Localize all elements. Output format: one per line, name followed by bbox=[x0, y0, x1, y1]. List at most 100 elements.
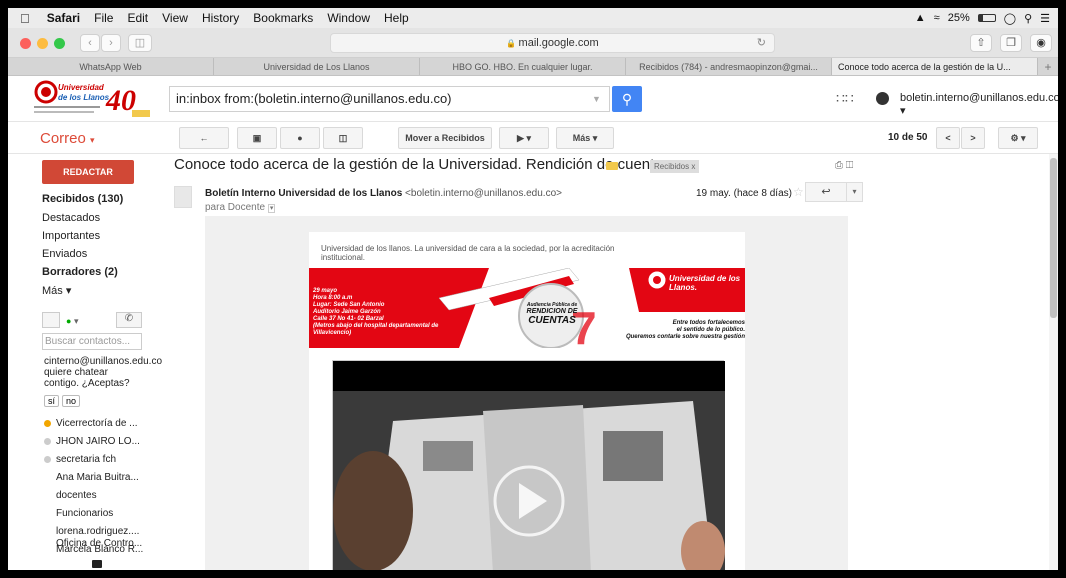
sidebar-toggle-button[interactable]: ◫ bbox=[128, 34, 152, 52]
chat-invite-text: cinterno@unillanos.edu.co quiere chatear… bbox=[44, 356, 163, 389]
contact-item[interactable]: Funcionarios bbox=[56, 508, 113, 519]
move-to-inbox-button[interactable]: Mover a Recibidos bbox=[398, 127, 492, 149]
report-spam-button[interactable]: ● bbox=[280, 127, 320, 149]
apple-icon[interactable]:  bbox=[8, 11, 40, 26]
menu-file[interactable]: File bbox=[87, 11, 120, 25]
sidebar-item-starred[interactable]: Destacados bbox=[42, 212, 100, 224]
video-player[interactable] bbox=[332, 360, 725, 570]
menu-bookmarks[interactable]: Bookmarks bbox=[246, 11, 320, 25]
sidebar-item-important[interactable]: Importantes bbox=[42, 230, 100, 242]
reply-icon: ↩ bbox=[821, 186, 831, 198]
account-avatar[interactable] bbox=[876, 92, 889, 105]
more-options-button[interactable]: ▾ bbox=[846, 182, 863, 202]
mail-menu[interactable]: Correo ▾ bbox=[40, 130, 95, 147]
menu-window[interactable]: Window bbox=[320, 11, 377, 25]
settings-button[interactable]: ⚙ ▾ bbox=[998, 127, 1038, 149]
apps-grid-icon[interactable]: ∷∷ bbox=[836, 90, 854, 107]
tab-whatsapp[interactable]: WhatsApp Web bbox=[8, 58, 214, 75]
offline-icon bbox=[44, 437, 51, 445]
back-to-inbox-button[interactable]: ← bbox=[179, 127, 229, 149]
label-chip[interactable]: Recibidos x bbox=[650, 160, 700, 173]
prev-email-button[interactable]: < bbox=[936, 127, 960, 149]
search-input[interactable]: in:inbox from:(boletin.interno@unillanos… bbox=[169, 86, 610, 112]
decline-chat-button[interactable]: no bbox=[62, 395, 81, 407]
recipient-line[interactable]: para Docente ▾ bbox=[205, 202, 276, 213]
menu-help[interactable]: Help bbox=[377, 11, 416, 25]
notification-icon[interactable]: ▲ bbox=[915, 12, 926, 24]
action-bar: Correo ▾ ← ▣ ● ◫ Mover a Recibidos ▶ ▾ M… bbox=[8, 122, 1058, 154]
next-email-button[interactable]: > bbox=[961, 127, 985, 149]
print-icon[interactable]: ⎙ ◫ bbox=[835, 160, 853, 171]
away-icon bbox=[44, 419, 51, 427]
sidebar-item-drafts[interactable]: Borradores (2) bbox=[42, 266, 118, 278]
share-button[interactable]: ⇧ bbox=[970, 34, 992, 52]
reply-button[interactable]: ↩ bbox=[805, 182, 847, 202]
list-icon[interactable]: ☰ bbox=[1040, 12, 1050, 25]
screen:  Safari File Edit View History Bookmark… bbox=[8, 8, 1058, 570]
menu-edit[interactable]: Edit bbox=[120, 11, 155, 25]
account-email[interactable]: boletin.interno@unillanos.edu.co ▾ bbox=[900, 92, 1058, 117]
reload-icon[interactable]: ↻ bbox=[757, 34, 766, 52]
new-tab-button[interactable]: + bbox=[1038, 58, 1058, 75]
contact-item[interactable]: Ana Maria Buitra... bbox=[56, 472, 139, 483]
battery-icon[interactable] bbox=[977, 14, 996, 22]
contact-item[interactable]: docentes bbox=[56, 490, 97, 501]
tabs-overview-button[interactable]: ❐ bbox=[1000, 34, 1022, 52]
zoom-window-button[interactable] bbox=[54, 38, 65, 49]
contact-search-input[interactable]: Buscar contactos... bbox=[42, 333, 142, 350]
banner-event-details: 29 mayo Hora 8:00 a.m Lugar: Sede San An… bbox=[313, 288, 439, 336]
sidebar-item-inbox[interactable]: Recibidos (130) bbox=[42, 193, 123, 205]
chat-status-icon[interactable]: ● ▾ bbox=[66, 316, 78, 327]
email-body: Universidad de los llanos. La universida… bbox=[205, 216, 848, 570]
gear-icon: ⚙ bbox=[1010, 133, 1019, 143]
menu-view[interactable]: View bbox=[155, 11, 195, 25]
contact-item[interactable]: lorena.rodriguez.... bbox=[56, 526, 139, 537]
tab-hbo[interactable]: HBO GO. HBO. En cualquier lugar. bbox=[420, 58, 626, 75]
contact-item[interactable]: JHON JAIRO LO... bbox=[44, 436, 140, 447]
email-date: 19 may. (hace 8 días) bbox=[696, 188, 792, 199]
gmail-header: Universidad de los Llanos 40 in:inbox fr… bbox=[8, 76, 1058, 122]
important-marker-icon[interactable] bbox=[606, 162, 618, 170]
sidebar-item-sent[interactable]: Enviados bbox=[42, 248, 87, 260]
newsletter-intro: Universidad de los llanos. La universida… bbox=[321, 244, 615, 262]
tab-current[interactable]: Conoce todo acerca de la gestión de la U… bbox=[832, 58, 1038, 75]
wifi-icon[interactable]: ≈ bbox=[934, 12, 940, 24]
accept-chat-button[interactable]: sí bbox=[44, 395, 60, 407]
address-bar[interactable]: 🔒 mail.google.com ↻ bbox=[330, 33, 775, 53]
user-icon[interactable]: ◯ bbox=[1004, 12, 1016, 25]
university-logo[interactable]: Universidad de los Llanos 40 bbox=[34, 80, 152, 118]
spotlight-icon[interactable]: ⚲ bbox=[1024, 12, 1032, 25]
chat-icon[interactable] bbox=[92, 560, 102, 568]
contact-item[interactable]: Vicerrectoría de ... bbox=[44, 418, 138, 429]
sidebar-item-more[interactable]: Más ▾ bbox=[42, 284, 71, 297]
sidebar: REDACTAR Recibidos (130) Destacados Impo… bbox=[8, 154, 172, 570]
tab-unillanos[interactable]: Universidad de Los Llanos bbox=[214, 58, 420, 75]
chat-avatar[interactable] bbox=[42, 312, 60, 328]
alert-icon: ● bbox=[297, 133, 303, 143]
minimize-window-button[interactable] bbox=[37, 38, 48, 49]
banner-brand: Universidad de los Llanos. bbox=[669, 274, 741, 292]
search-options-icon[interactable]: ▼ bbox=[592, 86, 601, 112]
contact-item[interactable]: Oficina de Contro... bbox=[56, 538, 142, 549]
menu-history[interactable]: History bbox=[195, 11, 246, 25]
search-icon: ⚲ bbox=[621, 91, 633, 107]
menu-app-name[interactable]: Safari bbox=[40, 11, 87, 25]
labels-button[interactable]: ▶ ▾ bbox=[499, 127, 549, 149]
back-button[interactable]: ‹ bbox=[80, 34, 100, 52]
more-actions-button[interactable]: Más ▾ bbox=[556, 127, 614, 149]
compose-button[interactable]: REDACTAR bbox=[42, 160, 134, 184]
arrow-left-icon: ← bbox=[199, 133, 209, 143]
hangouts-call-icon[interactable]: ✆ bbox=[116, 312, 142, 328]
tab-gmail-inbox[interactable]: Recibidos (784) - andresmaopinzon@gmai..… bbox=[626, 58, 832, 75]
search-button[interactable]: ⚲ bbox=[612, 86, 642, 112]
contact-item[interactable]: secretaria fch bbox=[44, 454, 116, 465]
star-icon[interactable]: ☆ bbox=[793, 185, 804, 199]
tab-bar: WhatsApp Web Universidad de Los Llanos H… bbox=[8, 58, 1058, 76]
extension-button[interactable]: ◉ bbox=[1030, 34, 1052, 52]
archive-button[interactable]: ▣ bbox=[237, 127, 277, 149]
forward-button[interactable]: › bbox=[101, 34, 121, 52]
delete-button[interactable]: ◫ bbox=[323, 127, 363, 149]
event-banner[interactable]: 7 29 mayo Hora 8:00 a.m Lugar: Sede San … bbox=[309, 268, 745, 348]
close-window-button[interactable] bbox=[20, 38, 31, 49]
scrollbar-thumb[interactable] bbox=[1050, 158, 1057, 318]
